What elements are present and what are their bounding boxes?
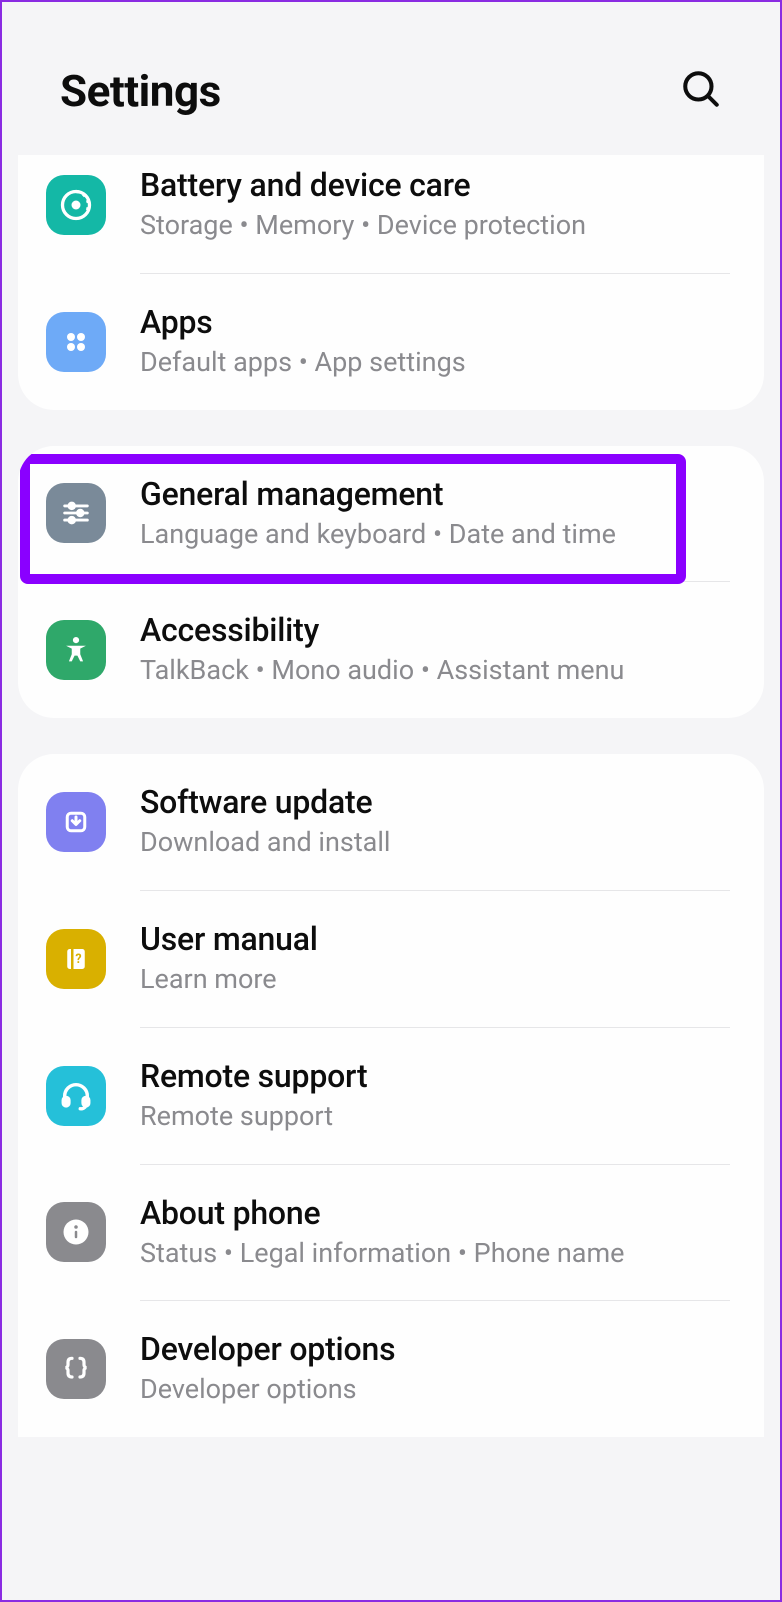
sliders-icon	[46, 483, 106, 543]
settings-item-general-management[interactable]: General management Language and keyboard…	[18, 446, 764, 582]
item-title: Battery and device care	[140, 165, 738, 205]
headset-icon	[46, 1066, 106, 1126]
settings-group-1: Battery and device care Storage • Memory…	[18, 155, 764, 410]
svg-text:?: ?	[75, 952, 81, 967]
item-title: Developer options	[140, 1329, 738, 1369]
item-title: Software update	[140, 782, 738, 822]
settings-item-developer-options[interactable]: Developer options Developer options	[18, 1301, 764, 1437]
settings-group-3: Software update Download and install ? U…	[18, 754, 764, 1437]
settings-item-battery[interactable]: Battery and device care Storage • Memory…	[18, 155, 764, 273]
item-subtitle: Status • Legal information • Phone name	[140, 1235, 738, 1273]
braces-icon	[46, 1339, 106, 1399]
battery-care-icon	[46, 175, 106, 235]
settings-item-user-manual[interactable]: ? User manual Learn more	[18, 891, 764, 1027]
update-icon	[46, 792, 106, 852]
item-subtitle: TalkBack • Mono audio • Assistant menu	[140, 652, 738, 690]
item-subtitle: Remote support	[140, 1098, 738, 1136]
item-subtitle: Developer options	[140, 1371, 738, 1409]
item-subtitle: Default apps • App settings	[140, 344, 738, 382]
settings-item-remote-support[interactable]: Remote support Remote support	[18, 1028, 764, 1164]
settings-item-apps[interactable]: Apps Default apps • App settings	[18, 274, 764, 410]
header: Settings	[2, 2, 780, 161]
item-title: About phone	[140, 1193, 738, 1233]
item-subtitle: Learn more	[140, 961, 738, 999]
item-title: Remote support	[140, 1056, 738, 1096]
item-title: User manual	[140, 919, 738, 959]
info-icon	[46, 1202, 106, 1262]
item-subtitle: Language and keyboard • Date and time	[140, 516, 738, 554]
search-button[interactable]	[672, 60, 730, 121]
item-subtitle: Download and install	[140, 824, 738, 862]
item-title: Accessibility	[140, 610, 738, 650]
settings-item-about-phone[interactable]: About phone Status • Legal information •…	[18, 1165, 764, 1301]
settings-group-2: General management Language and keyboard…	[18, 446, 764, 719]
item-title: Apps	[140, 302, 738, 342]
book-icon: ?	[46, 929, 106, 989]
settings-item-accessibility[interactable]: Accessibility TalkBack • Mono audio • As…	[18, 582, 764, 718]
person-icon	[46, 620, 106, 680]
page-title: Settings	[60, 65, 221, 117]
settings-item-software-update[interactable]: Software update Download and install	[18, 754, 764, 890]
item-title: General management	[140, 474, 738, 514]
search-icon	[680, 68, 722, 110]
item-subtitle: Storage • Memory • Device protection	[140, 207, 738, 245]
apps-icon	[46, 312, 106, 372]
